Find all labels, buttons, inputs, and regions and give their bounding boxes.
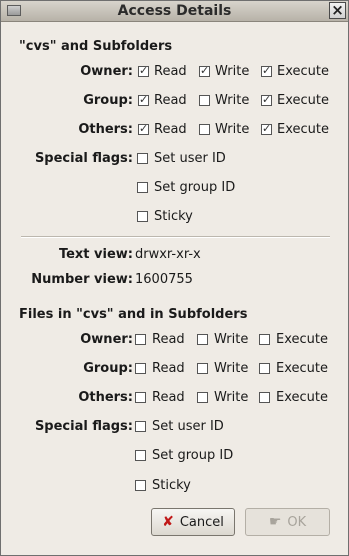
files-owner-read-label: Read [152,332,185,347]
folder-group-execute-label: Execute [277,93,329,108]
folder-owner-label: Owner: [80,64,133,79]
folder-section-title: "cvs" and Subfolders [19,39,173,54]
folder-set-group-id-label: Set group ID [154,180,236,195]
files-others-write-checkbox[interactable] [197,392,208,403]
cancel-button-label: Cancel [179,514,224,530]
cancel-button[interactable]: ✘ Cancel [151,508,235,536]
folder-group-label: Group: [83,93,133,108]
files-section-title: Files in "cvs" and in Subfolders [19,307,248,322]
folder-others-execute-label: Execute [277,122,329,137]
files-owner-execute-checkbox[interactable] [259,334,270,345]
files-set-user-id-checkbox[interactable] [135,421,146,432]
files-group-execute-label: Execute [276,361,328,376]
folder-others-execute-checkbox[interactable] [261,122,272,135]
files-owner-label: Owner: [80,332,133,347]
files-others-write-label: Write [214,390,249,405]
files-sticky-label: Sticky [152,478,191,493]
files-group-write-label: Write [214,361,249,376]
folder-sticky-label: Sticky [154,209,193,224]
files-owner-write-label: Write [214,332,249,347]
folder-group-read-checkbox[interactable] [138,93,149,106]
number-view-value: 1600755 [135,272,193,287]
text-view-label: Text view: [58,247,133,262]
folder-owner-execute-label: Execute [277,64,329,79]
folder-set-group-id-checkbox[interactable] [137,182,148,193]
folder-owner-read-label: Read [154,64,187,79]
section-divider [21,236,330,238]
files-set-group-id-checkbox[interactable] [135,450,146,461]
folder-others-write-label: Write [215,122,250,137]
ok-button-label: OK [287,514,307,530]
text-view-value: drwxr-xr-x [135,247,201,262]
files-others-label: Others: [78,390,133,405]
files-group-read-label: Read [152,361,185,376]
files-group-write-checkbox[interactable] [197,363,208,374]
files-others-read-checkbox[interactable] [135,392,146,403]
folder-special-flags-label: Special flags: [34,151,133,166]
files-set-group-id-label: Set group ID [152,448,234,463]
folder-sticky-checkbox[interactable] [137,211,148,222]
folder-others-write-checkbox[interactable] [199,124,210,135]
folder-others-label: Others: [78,122,133,137]
files-others-execute-label: Execute [276,390,328,405]
folder-owner-read-checkbox[interactable] [138,64,149,77]
close-icon[interactable]: × [329,2,346,19]
folder-owner-write-label: Write [215,64,250,79]
files-owner-execute-label: Execute [276,332,328,347]
ok-button[interactable]: ☛ OK [245,508,330,536]
folder-group-read-label: Read [154,93,187,108]
cancel-x-icon: ✘ [162,514,174,530]
ok-hand-icon: ☛ [268,514,282,530]
files-group-execute-checkbox[interactable] [259,363,270,374]
folder-group-write-label: Write [215,93,250,108]
files-special-flags-label: Special flags: [34,419,133,434]
files-group-label: Group: [83,361,133,376]
access-details-dialog: Access Details × "cvs" and Subfolders Ow… [0,0,349,556]
files-owner-read-checkbox[interactable] [135,334,146,345]
files-others-execute-checkbox[interactable] [259,392,270,403]
files-set-user-id-label: Set user ID [152,419,224,434]
folder-others-read-checkbox[interactable] [138,122,149,135]
folder-set-user-id-checkbox[interactable] [137,153,148,164]
window-title: Access Details [117,3,232,19]
folder-others-read-label: Read [154,122,187,137]
files-others-read-label: Read [152,390,185,405]
title-bar[interactable]: Access Details × [1,1,348,22]
folder-owner-execute-checkbox[interactable] [261,64,272,77]
files-sticky-checkbox[interactable] [135,480,146,491]
number-view-label: Number view: [31,272,133,287]
folder-group-execute-checkbox[interactable] [261,93,272,106]
files-owner-write-checkbox[interactable] [197,334,208,345]
files-group-read-checkbox[interactable] [135,363,146,374]
folder-group-write-checkbox[interactable] [199,95,210,106]
folder-set-user-id-label: Set user ID [154,151,226,166]
folder-owner-write-checkbox[interactable] [199,64,210,77]
